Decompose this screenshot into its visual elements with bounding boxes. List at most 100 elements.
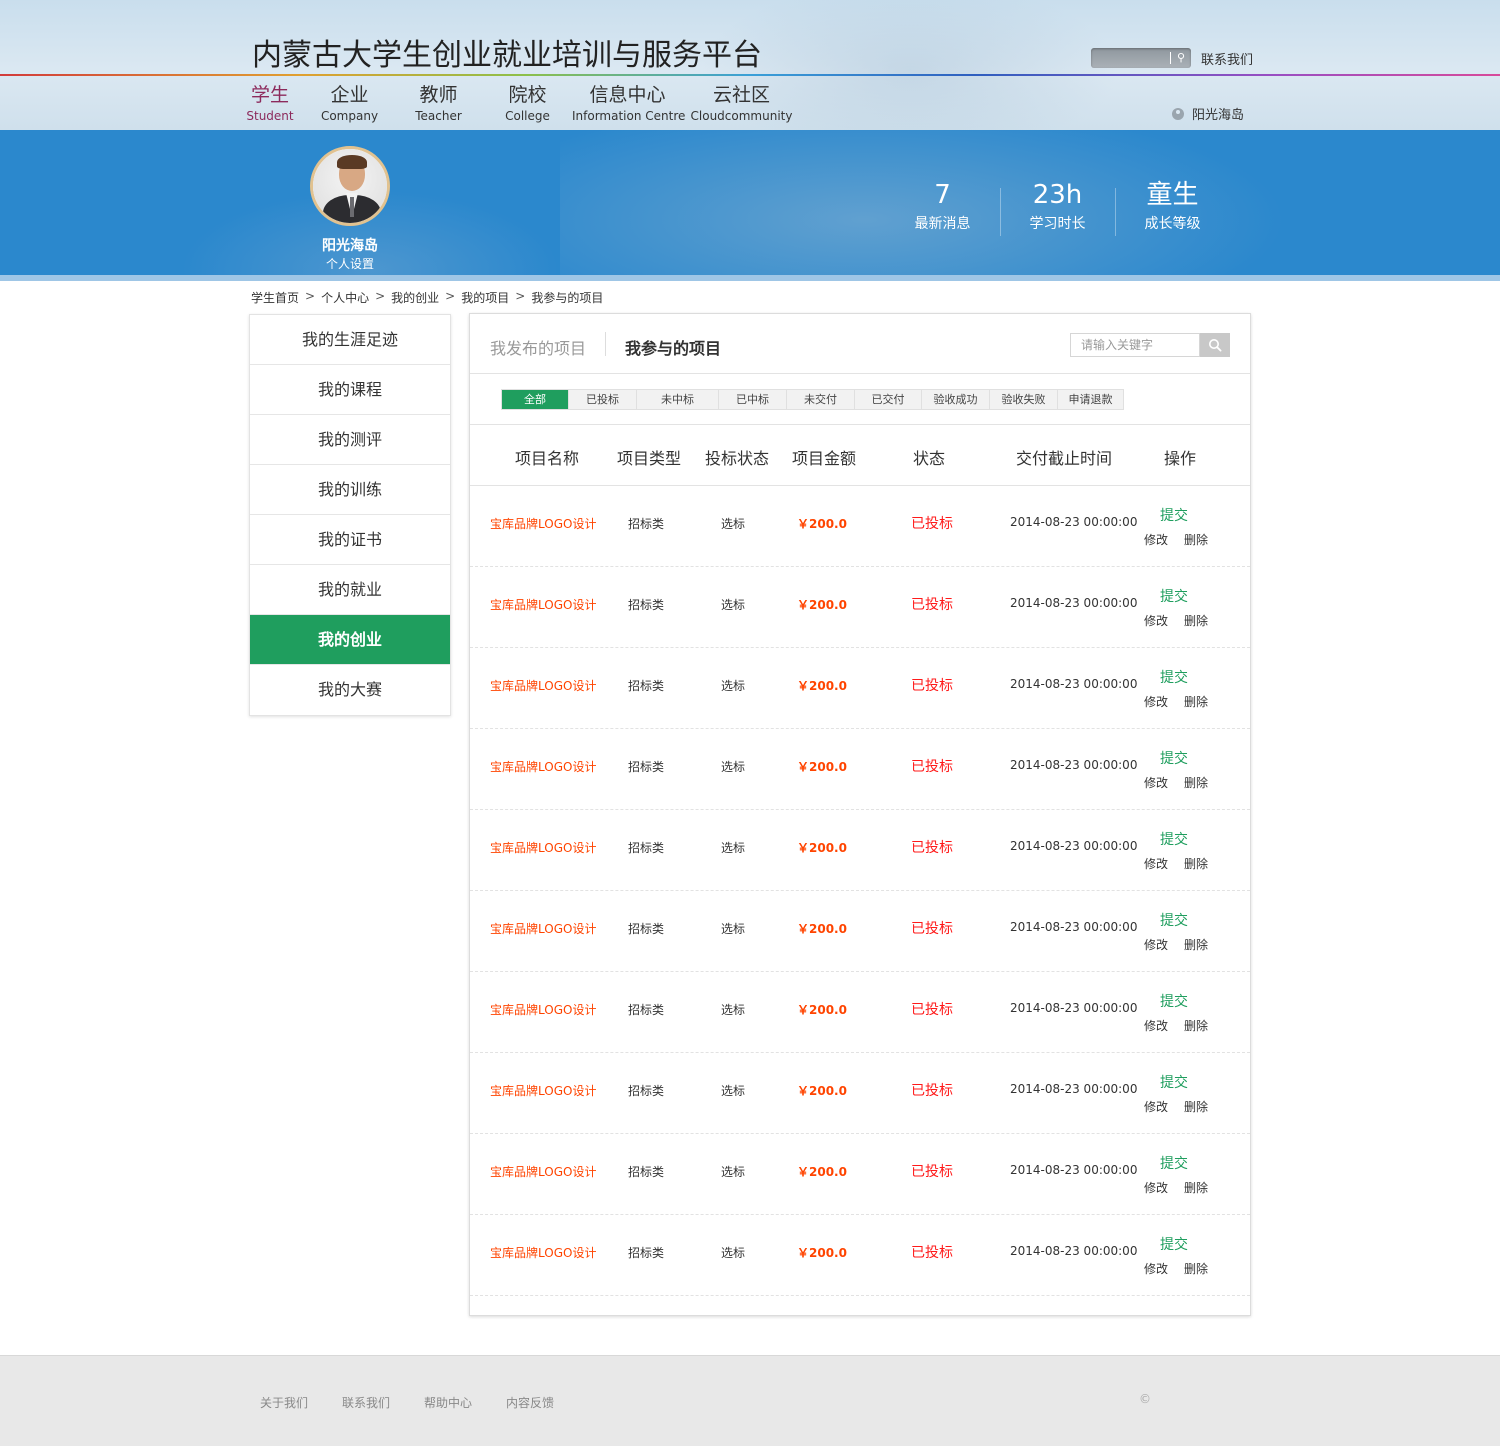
profile-settings-link[interactable]: 个人设置 — [290, 255, 410, 272]
breadcrumb-item[interactable]: 学生首页 — [251, 289, 299, 306]
project-type: 招标类 — [628, 1246, 665, 1260]
project-name-link[interactable]: 宝库品牌LOGO设计 — [490, 920, 596, 937]
tab-published-projects[interactable]: 我发布的项目 — [490, 335, 586, 359]
project-name-link[interactable]: 宝库品牌LOGO设计 — [490, 839, 596, 856]
breadcrumb-item[interactable]: 我的项目 — [461, 289, 509, 306]
sidebar-menu: 我的生涯足迹 我的课程 我的测评 我的训练 我的证书 我的就业 我的创业 我的大赛 — [249, 314, 451, 716]
project-amount: ￥200.0 — [797, 1165, 847, 1179]
delete-button[interactable]: 删除 — [1184, 693, 1208, 710]
nav-item-company[interactable]: 企业 Company — [305, 84, 394, 128]
submit-button[interactable]: 提交 — [1160, 586, 1188, 606]
edit-button[interactable]: 修改 — [1144, 1179, 1168, 1196]
project-name-link[interactable]: 宝库品牌LOGO设计 — [490, 1244, 596, 1261]
sidebar-item[interactable]: 我的训练 — [250, 465, 450, 515]
footer-link-contact[interactable]: 联系我们 — [342, 1394, 390, 1411]
sidebar-item[interactable]: 我的生涯足迹 — [250, 315, 450, 365]
keyword-search-button[interactable] — [1200, 333, 1230, 357]
edit-button[interactable]: 修改 — [1144, 531, 1168, 548]
nav-item-label: 企业 — [330, 84, 369, 106]
edit-button[interactable]: 修改 — [1144, 1260, 1168, 1277]
edit-button[interactable]: 修改 — [1144, 1098, 1168, 1115]
sidebar-item[interactable]: 我的大赛 — [250, 665, 450, 715]
edit-button[interactable]: 修改 — [1144, 774, 1168, 791]
search-icon[interactable]: ⚲ — [1177, 50, 1185, 66]
delete-button[interactable]: 删除 — [1184, 1260, 1208, 1277]
nav-item-information-centre[interactable]: 信息中心 Information Centre — [572, 84, 685, 128]
delete-button[interactable]: 删除 — [1184, 612, 1208, 629]
sidebar-item[interactable]: 我的测评 — [250, 415, 450, 465]
filter-tab[interactable]: 已中标 — [718, 390, 786, 409]
submit-button[interactable]: 提交 — [1160, 1072, 1188, 1092]
filter-tab[interactable]: 未中标 — [636, 390, 718, 409]
header-search-box[interactable]: ⚲ — [1091, 48, 1191, 68]
submit-button[interactable]: 提交 — [1160, 667, 1188, 687]
user-icon — [1172, 107, 1184, 120]
nav-item-cloudcommunity[interactable]: 云社区 Cloudcommunity — [683, 84, 800, 128]
delete-button[interactable]: 删除 — [1184, 1179, 1208, 1196]
header-user-name[interactable]: 阳光海岛 — [1192, 104, 1244, 123]
edit-button[interactable]: 修改 — [1144, 612, 1168, 629]
filter-tab[interactable]: 申请退款 — [1057, 390, 1123, 409]
sidebar-item[interactable]: 我的创业 — [250, 615, 450, 665]
project-name-link[interactable]: 宝库品牌LOGO设计 — [490, 515, 596, 532]
status-badge: 已投标 — [911, 1083, 953, 1099]
breadcrumb-item[interactable]: 个人中心 — [321, 289, 369, 306]
project-name-link[interactable]: 宝库品牌LOGO设计 — [490, 1163, 596, 1180]
submit-button[interactable]: 提交 — [1160, 829, 1188, 849]
filter-tab[interactable]: 已投标 — [568, 390, 636, 409]
delete-button[interactable]: 删除 — [1184, 774, 1208, 791]
status-filter-bar: 全部 已投标 未中标 已中标 未交付 已交付 验收成功 验收失败 申请退款 — [501, 389, 1124, 410]
submit-button[interactable]: 提交 — [1160, 1234, 1188, 1254]
bid-state: 选标 — [721, 922, 746, 936]
project-name-link[interactable]: 宝库品牌LOGO设计 — [490, 1001, 596, 1018]
edit-button[interactable]: 修改 — [1144, 1017, 1168, 1034]
header-user[interactable]: 阳光海岛 — [1172, 104, 1244, 123]
nav-item-teacher[interactable]: 教师 Teacher — [394, 84, 483, 128]
submit-button[interactable]: 提交 — [1160, 910, 1188, 930]
delete-button[interactable]: 删除 — [1184, 1098, 1208, 1115]
nav-item-college[interactable]: 院校 College — [483, 84, 572, 128]
contact-us-link[interactable]: 联系我们 — [1201, 49, 1253, 68]
filter-tab[interactable]: 已交付 — [854, 390, 921, 409]
bid-state: 选标 — [721, 1084, 746, 1098]
filter-tab[interactable]: 验收成功 — [921, 390, 989, 409]
tab-joined-projects[interactable]: 我参与的项目 — [625, 335, 721, 359]
edit-button[interactable]: 修改 — [1144, 936, 1168, 953]
delete-button[interactable]: 删除 — [1184, 1017, 1208, 1034]
submit-button[interactable]: 提交 — [1160, 748, 1188, 768]
search-icon — [1209, 339, 1222, 352]
submit-button[interactable]: 提交 — [1160, 1153, 1188, 1173]
edit-button[interactable]: 修改 — [1144, 855, 1168, 872]
project-name-link[interactable]: 宝库品牌LOGO设计 — [490, 677, 596, 694]
copyright: © — [1139, 1392, 1151, 1406]
project-name-link[interactable]: 宝库品牌LOGO设计 — [490, 596, 596, 613]
column-header: 交付截止时间 — [1015, 449, 1113, 468]
filter-tab[interactable]: 验收失败 — [989, 390, 1057, 409]
filter-tab[interactable]: 未交付 — [786, 390, 854, 409]
sidebar-item[interactable]: 我的课程 — [250, 365, 450, 415]
breadcrumb-item[interactable]: 我的创业 — [391, 289, 439, 306]
stat-messages[interactable]: 7 最新消息 — [885, 178, 1000, 234]
project-name-link[interactable]: 宝库品牌LOGO设计 — [490, 758, 596, 775]
nav-item-student[interactable]: 学生 Student — [235, 84, 305, 128]
delete-button[interactable]: 删除 — [1184, 936, 1208, 953]
table-row: 宝库品牌LOGO设计 招标类 选标 ￥200.0 已投标 2014-08-23 00:00… — [470, 810, 1250, 891]
edit-button[interactable]: 修改 — [1144, 693, 1168, 710]
footer-link-feedback[interactable]: 内容反馈 — [506, 1394, 554, 1411]
keyword-search-input[interactable] — [1070, 333, 1200, 357]
project-amount: ￥200.0 — [797, 1084, 847, 1098]
sidebar-item[interactable]: 我的证书 — [250, 515, 450, 565]
table-row: 宝库品牌LOGO设计 招标类 选标 ￥200.0 已投标 2014-08-23 00:00… — [470, 567, 1250, 648]
sidebar-item[interactable]: 我的就业 — [250, 565, 450, 615]
avatar[interactable] — [310, 146, 390, 226]
delete-button[interactable]: 删除 — [1184, 855, 1208, 872]
delete-button[interactable]: 删除 — [1184, 531, 1208, 548]
footer-link-help[interactable]: 帮助中心 — [424, 1394, 472, 1411]
filter-tab[interactable]: 全部 — [502, 390, 568, 409]
table-row: 宝库品牌LOGO设计 招标类 选标 ￥200.0 已投标 2014-08-23 00:00… — [470, 729, 1250, 810]
submit-button[interactable]: 提交 — [1160, 991, 1188, 1011]
footer-link-about[interactable]: 关于我们 — [260, 1394, 308, 1411]
project-name-link[interactable]: 宝库品牌LOGO设计 — [490, 1082, 596, 1099]
stat-label: 学习时长 — [1029, 216, 1086, 232]
submit-button[interactable]: 提交 — [1160, 505, 1188, 525]
